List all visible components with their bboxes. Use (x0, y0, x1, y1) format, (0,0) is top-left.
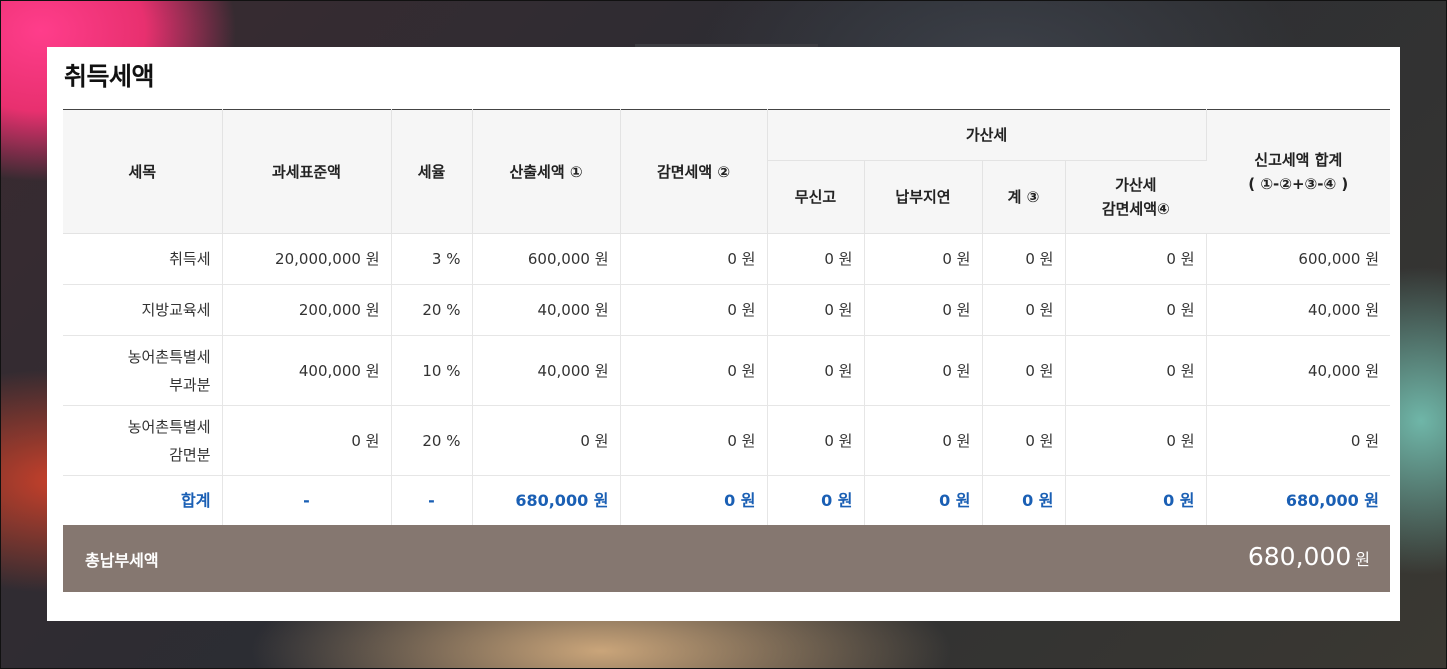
cell-tax-item: 농어촌특별세 부과분 (63, 335, 223, 406)
sum-report-total: 680,000 원 (1206, 475, 1391, 527)
table-row: 취득세 20,000,000 원 3 % 600,000 원 0 원 0 원 0… (63, 233, 1391, 285)
cell-tax-base: 20,000,000 원 (222, 233, 392, 285)
table-row: 지방교육세 200,000 원 20 % 40,000 원 0 원 0 원 0 … (63, 284, 1391, 336)
total-payment-value: 680,000 원 (1248, 542, 1370, 571)
sum-reduction: 0 원 (620, 475, 768, 527)
cell-additional-reduction: 0 원 (1065, 233, 1207, 285)
header-additional-reduction: 가산세 감면세액④ (1065, 160, 1207, 234)
header-report-total-line2: ( ①-②+③-④ ) (1248, 174, 1349, 193)
sum-no-report: 0 원 (767, 475, 865, 527)
cell-tax-item: 농어촌특별세 감면분 (63, 405, 223, 476)
cell-tax-item-line1: 농어촌특별세 (127, 347, 211, 366)
total-payment-label: 총납부세액 (85, 551, 159, 570)
cell-late-payment: 0 원 (864, 233, 983, 285)
cell-late-payment: 0 원 (864, 405, 983, 476)
cell-rate: 20 % (391, 405, 473, 476)
cell-rate: 3 % (391, 233, 473, 285)
header-additional-reduction-line2: 감면세액④ (1101, 200, 1170, 218)
cell-report-total: 0 원 (1206, 405, 1391, 476)
cell-late-payment: 0 원 (864, 335, 983, 406)
cell-additional-reduction: 0 원 (1065, 284, 1207, 336)
cell-subtotal: 0 원 (982, 335, 1066, 406)
cell-tax-item-line1: 지방교육세 (141, 301, 211, 319)
table-row: 농어촌특별세 부과분 400,000 원 10 % 40,000 원 0 원 0… (63, 335, 1391, 406)
cell-tax-base: 200,000 원 (222, 284, 392, 336)
cell-rate: 10 % (391, 335, 473, 406)
cell-report-total: 600,000 원 (1206, 233, 1391, 285)
cell-tax-base: 0 원 (222, 405, 392, 476)
header-reduction: 감면세액 ② (620, 109, 768, 234)
header-report-total-line1: 신고세액 합계 (1254, 150, 1343, 169)
cell-no-report: 0 원 (767, 284, 865, 336)
header-no-report: 무신고 (767, 160, 865, 234)
cell-subtotal: 0 원 (982, 284, 1066, 336)
header-tax-item: 세목 (63, 109, 223, 234)
cell-report-total: 40,000 원 (1206, 335, 1391, 406)
total-payment-unit: 원 (1355, 550, 1370, 569)
cell-additional-reduction: 0 원 (1065, 335, 1207, 406)
cell-calculated: 0 원 (472, 405, 621, 476)
sum-late-payment: 0 원 (864, 475, 983, 527)
header-additional-tax-group: 가산세 (767, 109, 1207, 161)
acquisition-tax-table: 세목 과세표준액 세율 산출세액 ① 감면세액 ② 가산세 신고세액 합계 ( … (63, 109, 1391, 527)
cell-tax-item-line1: 취득세 (169, 250, 211, 268)
cell-tax-base: 400,000 원 (222, 335, 392, 406)
cell-no-report: 0 원 (767, 233, 865, 285)
sum-rate: - (391, 475, 473, 527)
table-row: 농어촌특별세 감면분 0 원 20 % 0 원 0 원 0 원 0 원 0 원 … (63, 405, 1391, 476)
total-payment-amount: 680,000 (1247, 542, 1352, 571)
cell-tax-item-line2: 부과분 (169, 375, 211, 394)
total-payment-bar: 총납부세액 680,000 원 (63, 525, 1390, 592)
cell-calculated: 40,000 원 (472, 335, 621, 406)
cell-calculated: 40,000 원 (472, 284, 621, 336)
cell-no-report: 0 원 (767, 405, 865, 476)
cell-additional-reduction: 0 원 (1065, 405, 1207, 476)
cell-tax-item: 지방교육세 (63, 284, 223, 336)
cell-tax-item-line2: 감면분 (169, 445, 211, 464)
header-row-primary: 세목 과세표준액 세율 산출세액 ① 감면세액 ② 가산세 신고세액 합계 ( … (63, 109, 1391, 234)
cell-tax-item: 취득세 (63, 233, 223, 285)
cell-reduction: 0 원 (620, 284, 768, 336)
cell-rate: 20 % (391, 284, 473, 336)
cell-tax-item-line1: 농어촌특별세 (127, 417, 211, 436)
page-title: 취득세액 (64, 62, 155, 91)
cell-late-payment: 0 원 (864, 284, 983, 336)
sum-calculated: 680,000 원 (472, 475, 621, 527)
header-rate: 세율 (391, 109, 473, 234)
tax-panel: 취득세액 세목 과세표준액 세율 산출세액 ① 감면세액 ② 가산세 신고세액 … (47, 47, 1400, 621)
cell-subtotal: 0 원 (982, 233, 1066, 285)
header-late-payment: 납부지연 (864, 160, 983, 234)
cell-reduction: 0 원 (620, 405, 768, 476)
cell-subtotal: 0 원 (982, 405, 1066, 476)
sum-row: 합계 - - 680,000 원 0 원 0 원 0 원 0 원 0 원 680… (63, 475, 1391, 527)
cell-no-report: 0 원 (767, 335, 865, 406)
header-additional-subtotal: 계 ③ (982, 160, 1066, 234)
sum-subtotal: 0 원 (982, 475, 1066, 527)
header-tax-base: 과세표준액 (222, 109, 392, 234)
sum-label: 합계 (63, 475, 223, 527)
header-report-total: 신고세액 합계 ( ①-②+③-④ ) (1206, 109, 1391, 234)
cell-calculated: 600,000 원 (472, 233, 621, 285)
header-calculated-tax: 산출세액 ① (472, 109, 621, 234)
sum-additional-reduction: 0 원 (1065, 475, 1207, 527)
cell-report-total: 40,000 원 (1206, 284, 1391, 336)
cell-reduction: 0 원 (620, 233, 768, 285)
sum-tax-base: - (222, 475, 392, 527)
header-additional-reduction-line1: 가산세 (1115, 176, 1157, 194)
cell-reduction: 0 원 (620, 335, 768, 406)
